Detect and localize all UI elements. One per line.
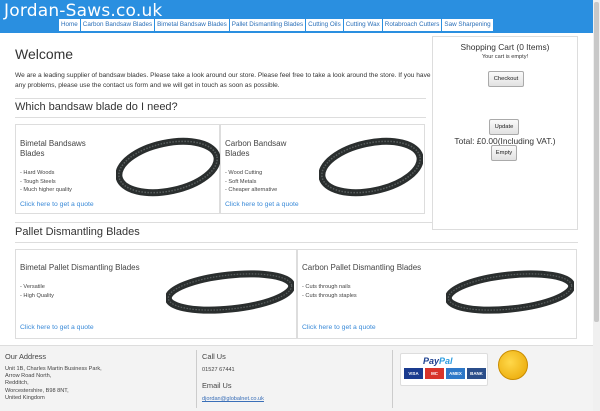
cart-title: Shopping Cart (0 Items) xyxy=(460,42,550,52)
bimetal-bandsaw-card: Bimetal Bandsaws Blades - Hard Woods - T… xyxy=(15,124,220,214)
amex-icon: AMEX xyxy=(446,368,465,379)
feature-item: - Much higher quality xyxy=(20,187,72,193)
quote-link[interactable]: Click here to get a quote xyxy=(225,201,299,208)
card-logos: VISA MC AMEX BANK xyxy=(404,368,488,379)
bandsaw-blade-image xyxy=(116,137,220,197)
security-seal-icon xyxy=(498,350,528,380)
scrollbar-thumb[interactable] xyxy=(594,2,599,322)
card-title-line: Blades xyxy=(225,149,250,158)
header-bar: Jordan-Saws.co.uk Home Carbon Bandsaw Bl… xyxy=(0,0,600,33)
nav-carbon-bandsaw-blades[interactable]: Carbon Bandsaw Blades xyxy=(80,19,155,31)
bandsaw-blade-image xyxy=(319,137,423,197)
cart-empty-message: Your cart is empty! xyxy=(481,54,529,60)
welcome-text: We are a leading supplier of bandsaw bla… xyxy=(15,72,431,89)
nav-cutting-wax[interactable]: Cutting Wax xyxy=(343,19,382,31)
feature-item: - Cuts through staples xyxy=(302,292,357,299)
nav-bimetal-bandsaw-blades[interactable]: Bimetal Bandsaw Blades xyxy=(155,19,229,31)
nav-cutting-oils[interactable]: Cutting Oils xyxy=(306,19,343,31)
paypal-logo-pal: Pal xyxy=(439,356,453,366)
address-line: Arrow Road North, xyxy=(5,373,52,380)
nav-saw-sharpening[interactable]: Saw Sharpening xyxy=(442,19,493,31)
feature-item: - Versatile xyxy=(20,284,45,290)
divider xyxy=(15,98,426,99)
main-nav: Home Carbon Bandsaw Blades Bimetal Bands… xyxy=(59,19,494,31)
nav-rotabroach-cutters[interactable]: Rotabroach Cutters xyxy=(382,19,442,31)
carbon-bandsaw-card: Carbon Bandsaw Blades - Wood Cutting - S… xyxy=(220,124,425,214)
site-logo[interactable]: Jordan-Saws.co.uk xyxy=(4,1,162,21)
bimetal-pallet-card: Bimetal Pallet Dismantling Blades - Vers… xyxy=(15,249,297,339)
card-title: Carbon Bandsaw Blades xyxy=(225,139,286,159)
empty-cart-button[interactable]: Empty xyxy=(491,145,517,161)
email-heading: Email Us xyxy=(202,381,232,390)
nav-home[interactable]: Home xyxy=(59,19,80,31)
card-title: Bimetal Pallet Dismantling Blades xyxy=(20,263,140,272)
nav-pallet-dismantling-blades[interactable]: Pallet Dismantling Blades xyxy=(229,19,306,31)
paypal-logo: PayPal xyxy=(423,356,453,366)
card-title-line: Blades xyxy=(20,149,45,158)
welcome-heading: Welcome xyxy=(15,46,74,62)
visa-icon: VISA xyxy=(404,368,423,379)
feature-item: - Cheaper alternative xyxy=(225,187,278,193)
pallet-section-title: Pallet Dismantling Blades xyxy=(15,226,140,238)
bank-icon: BANK xyxy=(467,368,486,379)
feature-item: - Hard Woods xyxy=(20,170,55,176)
card-title-line: Bimetal Bandsaws xyxy=(20,139,86,148)
email-link[interactable]: djordan@globalnet.co.uk xyxy=(202,396,264,402)
update-button[interactable]: Update xyxy=(489,119,519,135)
paypal-badge: PayPal VISA MC AMEX BANK xyxy=(400,353,488,386)
pallet-blade-image xyxy=(166,270,294,314)
feature-list: - Versatile - High Quality xyxy=(20,283,54,300)
feature-item: - Wood Cutting xyxy=(225,170,263,176)
footer-divider xyxy=(196,350,197,408)
carbon-pallet-card: Carbon Pallet Dismantling Blades - Cuts … xyxy=(297,249,577,339)
quote-link[interactable]: Click here to get a quote xyxy=(20,201,94,208)
feature-list: - Hard Woods - Tough Steels - Much highe… xyxy=(20,169,72,195)
quote-link[interactable]: Click here to get a quote xyxy=(302,324,376,331)
feature-item: - Cuts through nails xyxy=(302,284,351,290)
call-heading: Call Us xyxy=(202,352,226,361)
feature-list: - Cuts through nails - Cuts through stap… xyxy=(302,283,357,300)
address-line: Redditch, xyxy=(5,380,29,387)
divider xyxy=(15,117,426,118)
address-block: Unit 1B, Charles Martin Business Park, A… xyxy=(5,366,102,402)
bandsaw-section-title: Which bandsaw blade do I need? xyxy=(15,101,178,113)
feature-list: - Wood Cutting - Soft Metals - Cheaper a… xyxy=(225,169,277,195)
address-line: United Kingdom xyxy=(5,394,45,401)
phone-number: 01527 67441 xyxy=(202,367,235,373)
quote-link[interactable]: Click here to get a quote xyxy=(20,324,94,331)
address-heading: Our Address xyxy=(5,352,47,361)
footer-divider xyxy=(392,350,393,408)
card-title: Carbon Pallet Dismantling Blades xyxy=(302,263,422,272)
divider xyxy=(15,242,578,243)
page-scrollbar[interactable] xyxy=(593,0,600,411)
pallet-blade-image xyxy=(446,270,574,314)
card-title: Bimetal Bandsaws Blades xyxy=(20,139,86,159)
feature-item: - Tough Steels xyxy=(20,178,56,185)
mastercard-icon: MC xyxy=(425,368,444,379)
paypal-logo-pay: Pay xyxy=(423,356,440,366)
checkout-button[interactable]: Checkout xyxy=(488,71,524,87)
address-line: Worcestershire, B98 8NT, xyxy=(5,387,69,394)
feature-item: - Soft Metals xyxy=(225,178,257,185)
card-title-line: Carbon Bandsaw xyxy=(225,139,287,148)
feature-item: - High Quality xyxy=(20,292,54,299)
shopping-cart-panel: Shopping Cart (0 Items) Your cart is emp… xyxy=(432,36,578,230)
address-line: Unit 1B, Charles Martin Business Park, xyxy=(5,366,102,372)
